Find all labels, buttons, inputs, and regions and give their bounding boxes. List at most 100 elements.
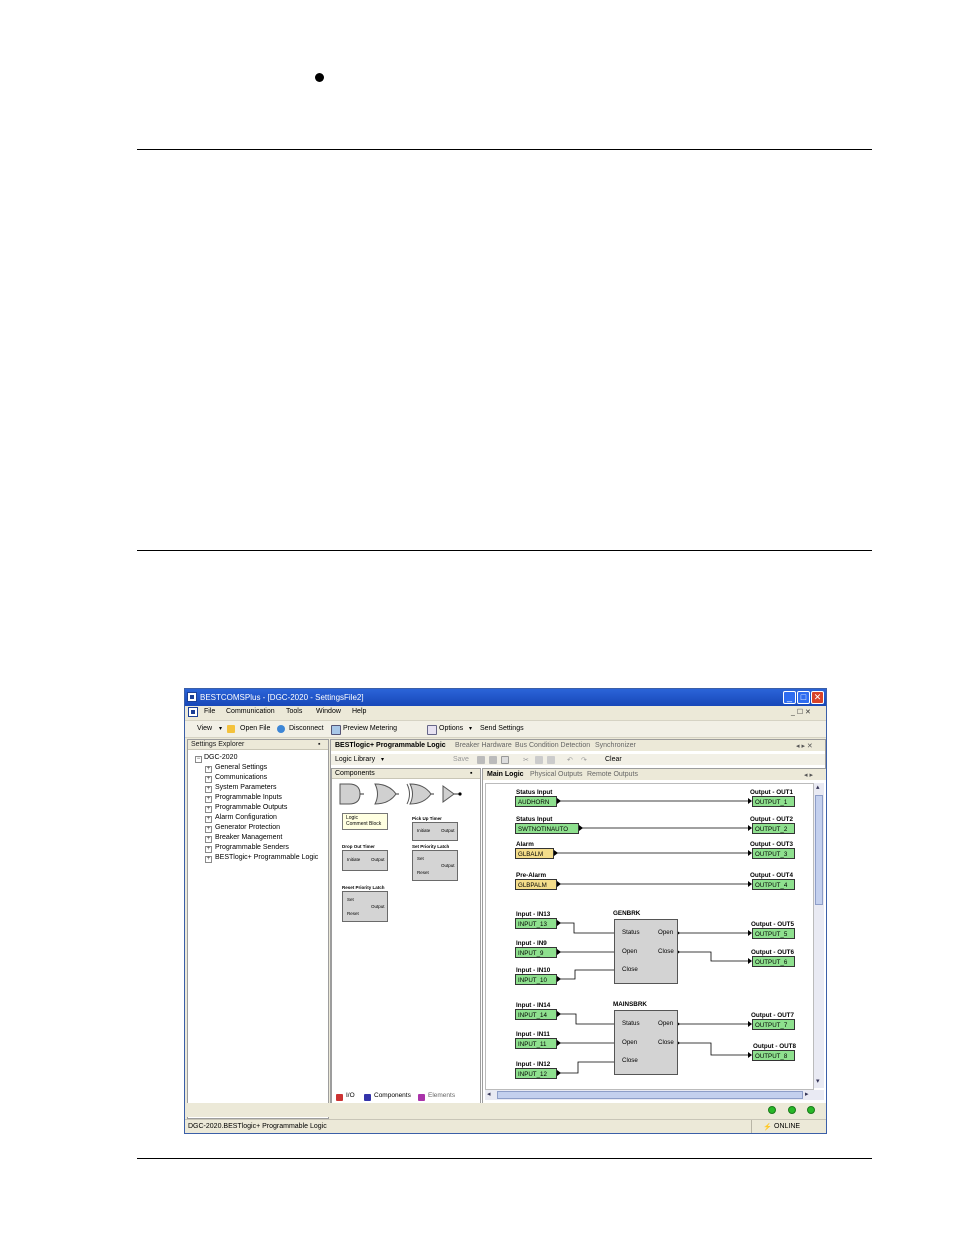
- scroll-right-icon[interactable]: ▸: [805, 1090, 809, 1098]
- tree-item-alarm-configuration[interactable]: Alarm Configuration: [215, 814, 277, 821]
- tab-elements[interactable]: Elements: [428, 1092, 455, 1103]
- menu-tools[interactable]: Tools: [286, 708, 302, 715]
- mdi-controls[interactable]: _ ☐ ✕: [791, 708, 811, 716]
- options-button[interactable]: Options: [439, 725, 463, 732]
- expand-icon[interactable]: +: [205, 796, 212, 803]
- expand-icon[interactable]: +: [205, 856, 212, 863]
- pin-icon[interactable]: ▪: [470, 770, 472, 777]
- menu-window[interactable]: Window: [316, 708, 341, 715]
- menu-communication[interactable]: Communication: [226, 708, 275, 715]
- scroll-thumb[interactable]: [815, 795, 823, 905]
- canvas-tab-scroll-icon[interactable]: ◂ ▸: [804, 771, 813, 779]
- view-button[interactable]: View: [197, 725, 212, 732]
- pickup-timer-block[interactable]: Initiate Output: [412, 822, 458, 841]
- output-pin[interactable]: OUTPUT_6: [752, 956, 795, 967]
- undo-icon[interactable]: ↶: [567, 756, 573, 764]
- output-pin[interactable]: OUTPUT_5: [752, 928, 795, 939]
- scroll-down-icon[interactable]: ▾: [816, 1077, 820, 1085]
- tab-bus-condition-detection[interactable]: Bus Condition Detection: [515, 742, 590, 749]
- tree-item-programmable-inputs[interactable]: Programmable Inputs: [215, 794, 282, 801]
- print-preview-icon[interactable]: [489, 756, 497, 764]
- tab-scroll-icon[interactable]: ◂ ▸ ✕: [796, 742, 813, 750]
- clear-button[interactable]: Clear: [605, 756, 622, 763]
- tab-components[interactable]: Components: [374, 1092, 411, 1103]
- expand-icon[interactable]: +: [205, 826, 212, 833]
- output-pin[interactable]: OUTPUT_3: [752, 848, 795, 859]
- tree-item-communications[interactable]: Communications: [215, 774, 267, 781]
- cut-icon[interactable]: ✂: [523, 756, 529, 764]
- expand-icon[interactable]: +: [205, 816, 212, 823]
- input-pin[interactable]: SWTNOTINAUTO: [515, 823, 579, 834]
- scroll-left-icon[interactable]: ◂: [487, 1090, 491, 1098]
- maximize-button[interactable]: □: [797, 691, 810, 704]
- options-dropdown-icon[interactable]: ▾: [469, 725, 472, 732]
- tree-item-system-parameters[interactable]: System Parameters: [215, 784, 276, 791]
- genbrk-block[interactable]: Status Open Close Open Close: [614, 919, 678, 984]
- output-pin[interactable]: OUTPUT_1: [752, 796, 795, 807]
- canvas-vertical-scrollbar[interactable]: ▴ ▾: [814, 783, 824, 1088]
- paste-icon[interactable]: [547, 756, 555, 764]
- expand-icon[interactable]: +: [205, 776, 212, 783]
- input-pin[interactable]: INPUT_9: [515, 947, 557, 958]
- tree-item-breaker-management[interactable]: Breaker Management: [215, 834, 282, 841]
- tree-root[interactable]: DGC-2020: [204, 754, 237, 761]
- input-pin[interactable]: INPUT_13: [515, 918, 557, 929]
- dropout-timer-block[interactable]: Initiate Output: [342, 850, 388, 871]
- tree-item-programmable-senders[interactable]: Programmable Senders: [215, 844, 289, 851]
- output-pin[interactable]: OUTPUT_8: [752, 1050, 795, 1061]
- input-pin[interactable]: GLBPALM: [515, 879, 557, 890]
- menu-help[interactable]: Help: [352, 708, 366, 715]
- page-setup-icon[interactable]: [501, 756, 509, 764]
- expand-icon[interactable]: +: [205, 786, 212, 793]
- expand-icon[interactable]: +: [205, 806, 212, 813]
- collapse-icon[interactable]: −: [195, 756, 202, 763]
- close-button[interactable]: ✕: [811, 691, 824, 704]
- input-pin[interactable]: INPUT_14: [515, 1009, 557, 1020]
- tab-main-logic[interactable]: Main Logic: [487, 771, 524, 778]
- print-icon[interactable]: [477, 756, 485, 764]
- output-pin[interactable]: OUTPUT_4: [752, 879, 795, 890]
- tree-item-generator-protection[interactable]: Generator Protection: [215, 824, 280, 831]
- disconnect-button[interactable]: Disconnect: [289, 725, 324, 732]
- tab-bestlogic[interactable]: BESTlogic+ Programmable Logic: [335, 742, 446, 749]
- input-pin[interactable]: AUDHORN: [515, 796, 557, 807]
- tree-item-programmable-outputs[interactable]: Programmable Outputs: [215, 804, 287, 811]
- minimize-button[interactable]: _: [783, 691, 796, 704]
- app-menu-icon[interactable]: [188, 707, 198, 717]
- send-settings-button[interactable]: Send Settings: [480, 725, 524, 732]
- output-pin[interactable]: OUTPUT_2: [752, 823, 795, 834]
- view-dropdown-icon[interactable]: ▾: [219, 725, 222, 732]
- preview-metering-button[interactable]: Preview Metering: [343, 725, 397, 732]
- expand-icon[interactable]: +: [205, 766, 212, 773]
- tab-synchronizer[interactable]: Synchronizer: [595, 742, 636, 749]
- input-pin[interactable]: INPUT_11: [515, 1038, 557, 1049]
- port-status: Status: [622, 1020, 640, 1027]
- tab-physical-outputs[interactable]: Physical Outputs: [530, 771, 583, 778]
- menu-bar: File Communication Tools Window Help _ ☐…: [185, 706, 826, 718]
- set-latch-block[interactable]: Set Output Reset: [412, 850, 458, 881]
- pin-icon[interactable]: ▪: [318, 741, 320, 748]
- menu-file[interactable]: File: [204, 708, 215, 715]
- tab-io[interactable]: I/O: [346, 1092, 355, 1103]
- expand-icon[interactable]: +: [205, 846, 212, 853]
- tab-breaker-hardware[interactable]: Breaker Hardware: [455, 742, 512, 749]
- canvas-horizontal-scrollbar[interactable]: ◂ ▸: [485, 1090, 824, 1100]
- save-button[interactable]: Save: [453, 756, 469, 763]
- input-pin[interactable]: INPUT_12: [515, 1068, 557, 1079]
- mainsbrk-block[interactable]: Status Open Close Open Close: [614, 1010, 678, 1075]
- logic-library-menu[interactable]: Logic Library: [335, 756, 375, 763]
- redo-icon[interactable]: ↷: [581, 756, 587, 764]
- scroll-thumb[interactable]: [497, 1091, 803, 1099]
- expand-icon[interactable]: +: [205, 836, 212, 843]
- reset-latch-block[interactable]: Set Output Reset: [342, 891, 388, 922]
- copy-icon[interactable]: [535, 756, 543, 764]
- tab-remote-outputs[interactable]: Remote Outputs: [587, 771, 638, 778]
- input-pin[interactable]: INPUT_10: [515, 974, 557, 985]
- library-dropdown-icon[interactable]: ▾: [381, 756, 384, 763]
- output-pin[interactable]: OUTPUT_7: [752, 1019, 795, 1030]
- input-pin[interactable]: GLBALM: [515, 848, 554, 859]
- open-file-button[interactable]: Open File: [240, 725, 270, 732]
- tree-item-bestlogic[interactable]: BESTlogic+ Programmable Logic: [215, 854, 318, 861]
- tree-item-general-settings[interactable]: General Settings: [215, 764, 267, 771]
- scroll-up-icon[interactable]: ▴: [816, 783, 820, 791]
